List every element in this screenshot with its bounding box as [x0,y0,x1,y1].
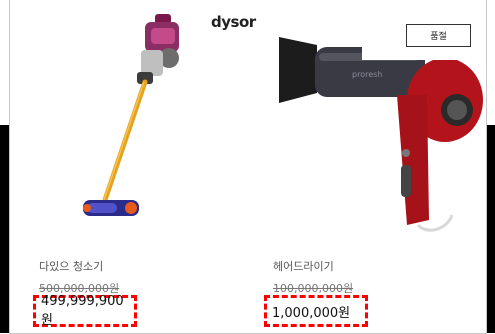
svg-text:proresh: proresh [352,70,382,79]
product-name-vacuum[interactable]: 다있으 청소기 [39,258,103,274]
sale-price-vacuum: 499,999,900원 [41,294,124,328]
original-price-hair-dryer: 100,000,000원 [273,282,354,295]
sale-price-highlight-vacuum: 499,999,900원 [33,294,137,328]
sold-out-badge: 품절 [406,24,471,47]
sale-price-highlight-hair-dryer: 1,000,000원 [264,295,368,327]
product-name-hair-dryer[interactable]: 헤어드라이기 [273,258,334,274]
stick-vacuum-image [83,14,179,216]
brand-logo: dysor [211,13,256,31]
sale-price-hair-dryer: 1,000,000원 [272,305,351,321]
